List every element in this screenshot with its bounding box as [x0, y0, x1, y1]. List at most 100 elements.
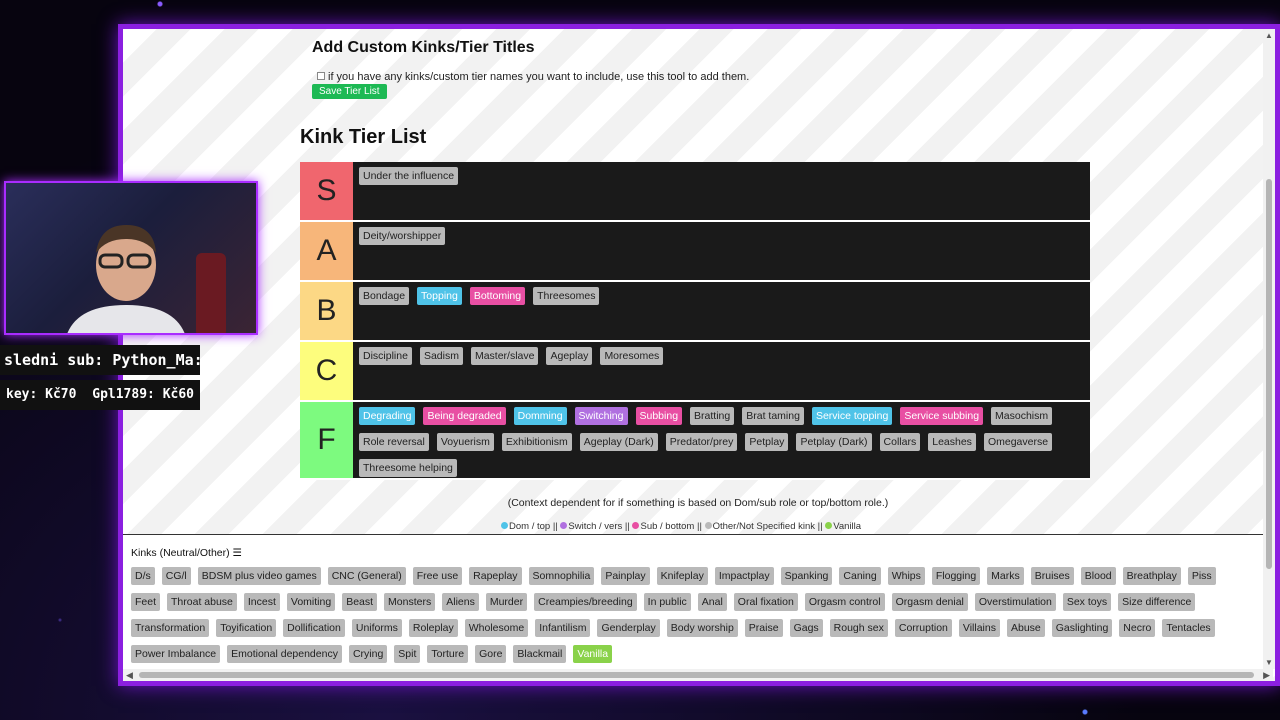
save-tier-list-button[interactable]: Save Tier List — [312, 84, 387, 99]
kink-chip[interactable]: Domming — [513, 407, 567, 425]
kink-chip[interactable]: CNC (General) — [327, 567, 406, 585]
kink-chip[interactable]: Being degraded — [423, 407, 506, 425]
kink-chip[interactable]: Whips — [887, 567, 925, 585]
kink-chip[interactable]: Threesome helping — [359, 459, 457, 477]
kink-chip[interactable]: Genderplay — [597, 619, 660, 637]
kink-chip[interactable]: Throat abuse — [167, 593, 237, 611]
kink-chip[interactable]: Brat taming — [742, 407, 804, 425]
kink-chip[interactable]: Murder — [485, 593, 528, 611]
kink-chip[interactable]: Body worship — [666, 619, 738, 637]
tier-items[interactable]: Discipline Sadism Master/slave Ageplay Mores… — [353, 342, 1090, 400]
kink-chip[interactable]: Crying — [348, 645, 388, 663]
tier-label[interactable]: C — [300, 342, 353, 400]
kink-chip[interactable]: Breathplay — [1122, 567, 1181, 585]
kink-chip[interactable]: Painplay — [601, 567, 650, 585]
kink-chip[interactable]: Gaslighting — [1051, 619, 1113, 637]
kink-chip[interactable]: Beast — [342, 593, 378, 611]
kink-chip[interactable]: D/s — [131, 567, 155, 585]
custom-toggle-checkbox[interactable] — [317, 72, 325, 80]
kink-chip[interactable]: Ageplay — [546, 347, 593, 365]
kink-chip[interactable]: Collars — [879, 433, 921, 451]
scroll-right-arrow-icon[interactable]: ▶ — [1263, 669, 1270, 681]
kink-chip[interactable]: Oral fixation — [733, 593, 798, 611]
tier-items[interactable]: Bondage Topping Bottoming Threesomes — [353, 282, 1090, 340]
kink-chip[interactable]: Abuse — [1006, 619, 1045, 637]
kink-chip[interactable]: Somnophilia — [528, 567, 595, 585]
kink-chip[interactable]: Free use — [412, 567, 463, 585]
scroll-up-arrow-icon[interactable]: ▲ — [1265, 31, 1273, 40]
kink-chip[interactable]: Ageplay (Dark) — [579, 433, 658, 451]
kink-chip[interactable]: Bottoming — [469, 287, 526, 305]
kink-chip[interactable]: Rough sex — [829, 619, 888, 637]
kink-chip[interactable]: Orgasm control — [804, 593, 885, 611]
horizontal-scroll-thumb[interactable] — [139, 672, 1254, 678]
kink-chip[interactable]: Spit — [394, 645, 421, 663]
kink-chip[interactable]: Power Imbalance — [131, 645, 221, 663]
kink-chip[interactable]: Bondage — [359, 287, 410, 305]
kink-chip[interactable]: Master/slave — [470, 347, 539, 365]
kink-chip[interactable]: Infantilism — [535, 619, 591, 637]
kink-chip[interactable]: Degrading — [359, 407, 416, 425]
kink-chip[interactable]: Spanking — [780, 567, 833, 585]
vertical-scrollbar[interactable]: ▲ ▼ — [1263, 29, 1275, 669]
kink-chip[interactable]: Necro — [1119, 619, 1156, 637]
kink-chip[interactable]: Discipline — [359, 347, 412, 365]
kink-chip[interactable]: Incest — [243, 593, 280, 611]
kink-chip[interactable]: Aliens — [442, 593, 479, 611]
kink-chip[interactable]: In public — [643, 593, 691, 611]
kink-chip[interactable]: Blood — [1080, 567, 1116, 585]
kink-chip[interactable]: Role reversal — [359, 433, 429, 451]
kink-chip[interactable]: Tentacles — [1162, 619, 1215, 637]
kink-chip[interactable]: CG/l — [161, 567, 191, 585]
kink-chip[interactable]: Impactplay — [714, 567, 774, 585]
kink-chip[interactable]: Overstimulation — [974, 593, 1056, 611]
kink-chip[interactable]: Threesomes — [533, 287, 600, 305]
kink-chip[interactable]: Sex toys — [1062, 593, 1112, 611]
kink-chip[interactable]: Sadism — [419, 347, 463, 365]
kink-chip[interactable]: Petplay (Dark) — [796, 433, 872, 451]
tier-items[interactable]: Deity/worshipper — [353, 222, 1090, 280]
vertical-scroll-thumb[interactable] — [1266, 179, 1272, 569]
kink-chip[interactable]: Monsters — [384, 593, 436, 611]
kink-chip[interactable]: Vomiting — [286, 593, 336, 611]
kink-chip[interactable]: Corruption — [894, 619, 952, 637]
tier-label[interactable]: S — [300, 162, 353, 220]
kink-chip[interactable]: Anal — [697, 593, 727, 611]
kink-chip[interactable]: Moresomes — [600, 347, 664, 365]
kink-chip[interactable]: Flogging — [931, 567, 981, 585]
kink-chip[interactable]: Orgasm denial — [891, 593, 968, 611]
kink-chip[interactable]: Caning — [839, 567, 881, 585]
kink-chip[interactable]: Vanilla — [573, 645, 613, 663]
kink-chip[interactable]: Service topping — [811, 407, 893, 425]
kink-chip[interactable]: Knifeplay — [656, 567, 708, 585]
kink-chip[interactable]: Praise — [744, 619, 783, 637]
kink-chip[interactable]: Blackmail — [513, 645, 567, 663]
kink-chip[interactable]: Marks — [987, 567, 1024, 585]
kink-chip[interactable]: BDSM plus video games — [197, 567, 321, 585]
kink-chip[interactable]: Under the influence — [359, 167, 459, 185]
kink-chip[interactable]: Torture — [427, 645, 469, 663]
kink-chip[interactable]: Switching — [574, 407, 628, 425]
kink-chip[interactable]: Bruises — [1030, 567, 1074, 585]
kink-chip[interactable]: Roleplay — [408, 619, 458, 637]
horizontal-scrollbar[interactable]: ◀ ▶ — [123, 669, 1273, 681]
scroll-down-arrow-icon[interactable]: ▼ — [1265, 658, 1273, 667]
kink-chip[interactable]: Predator/prey — [665, 433, 738, 451]
scroll-left-arrow-icon[interactable]: ◀ — [126, 669, 133, 681]
tier-label[interactable]: A — [300, 222, 353, 280]
kink-chip[interactable]: Uniforms — [351, 619, 402, 637]
kink-chip[interactable]: Creampies/breeding — [534, 593, 637, 611]
kink-chip[interactable]: Villains — [958, 619, 1000, 637]
kink-chip[interactable]: Wholesome — [464, 619, 529, 637]
kink-chip[interactable]: Omegaverse — [983, 433, 1053, 451]
kink-chip[interactable]: Deity/worshipper — [359, 227, 446, 245]
kink-chip[interactable]: Voyuerism — [436, 433, 494, 451]
kink-chip[interactable]: Toyification — [216, 619, 277, 637]
kink-chip[interactable]: Rapeplay — [469, 567, 522, 585]
kink-chip[interactable]: Petplay — [745, 433, 789, 451]
kink-chip[interactable]: Gags — [789, 619, 823, 637]
kink-chip[interactable]: Size difference — [1118, 593, 1196, 611]
kink-chip[interactable]: Masochism — [991, 407, 1053, 425]
kink-chip[interactable]: Topping — [417, 287, 462, 305]
kink-chip[interactable]: Bratting — [690, 407, 735, 425]
